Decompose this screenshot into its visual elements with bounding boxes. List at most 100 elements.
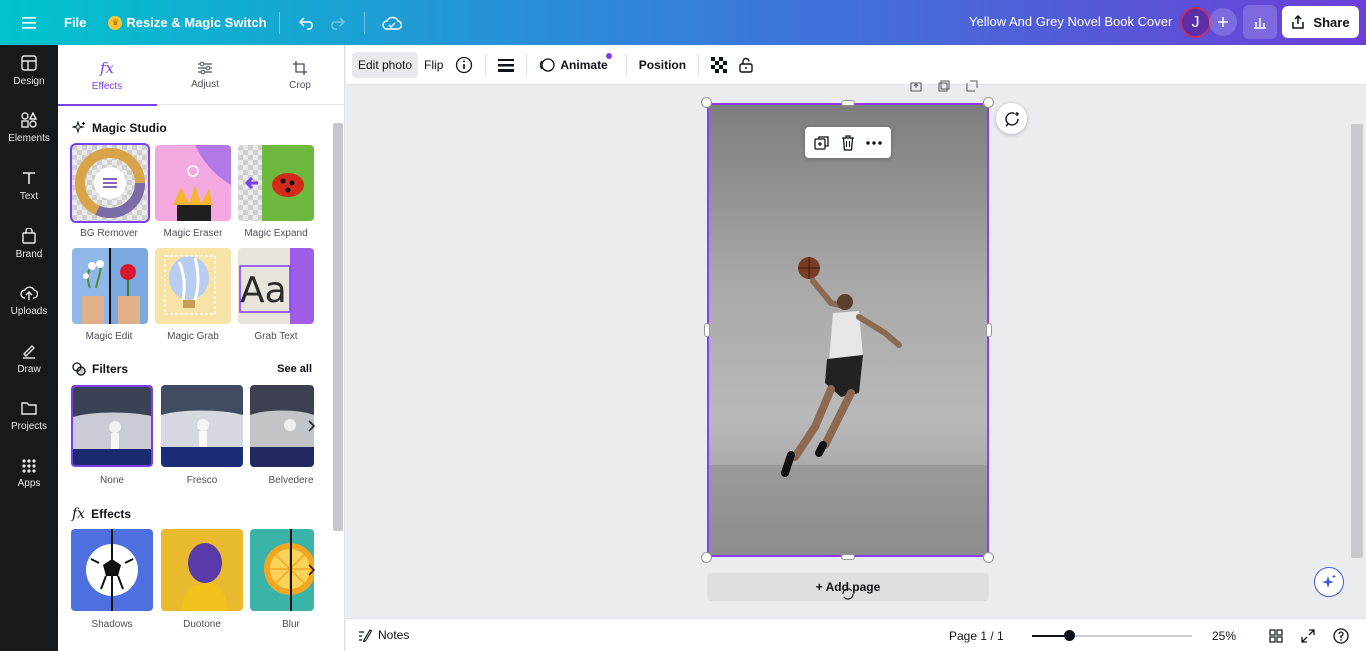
draw-icon — [23, 345, 35, 359]
share-button[interactable]: Share — [1282, 6, 1359, 38]
position-button[interactable]: Position — [633, 52, 692, 78]
border-style-icon[interactable] — [492, 52, 520, 78]
magic-grab-tile[interactable] — [155, 248, 231, 324]
filter-none-tile[interactable] — [71, 385, 153, 467]
info-icon[interactable] — [449, 52, 479, 78]
magic-eraser-tile[interactable] — [155, 145, 231, 221]
add-collaborator-button[interactable] — [1209, 8, 1237, 36]
sparkle-icon — [1322, 575, 1336, 588]
lock-page-icon[interactable] — [910, 80, 922, 92]
rail-item-uploads[interactable]: Uploads — [0, 275, 58, 327]
resize-handle[interactable] — [841, 100, 855, 106]
animate-button[interactable]: Animate — [533, 52, 619, 78]
resize-handle[interactable] — [841, 554, 855, 560]
divider — [698, 53, 700, 76]
add-page-icon[interactable] — [966, 80, 978, 92]
rail-item-projects[interactable]: Projects — [0, 390, 58, 442]
rail-item-brand[interactable]: Brand — [0, 218, 58, 270]
basketball-player-image[interactable] — [709, 105, 987, 555]
edit-photo-button[interactable]: Edit photo — [352, 51, 419, 78]
zoom-slider[interactable] — [1032, 630, 1192, 641]
fullscreen-icon[interactable] — [1298, 626, 1318, 646]
panel-scrollbar[interactable] — [331, 105, 343, 651]
help-icon[interactable] — [1331, 626, 1351, 646]
resize-handle[interactable] — [983, 552, 994, 563]
resize-handle[interactable] — [701, 97, 712, 108]
panel-scrollbar-thumb[interactable] — [333, 123, 343, 531]
more-icon[interactable] — [865, 140, 882, 145]
magic-edit-tile[interactable] — [72, 248, 148, 324]
bg-remover-tile[interactable] — [70, 143, 150, 223]
redo-icon[interactable] — [322, 8, 352, 38]
resize-handle[interactable] — [986, 323, 992, 337]
tab-adjust[interactable]: Adjust — [156, 45, 254, 105]
tool-label: Magic Expand — [244, 228, 308, 239]
share-label: Share — [1313, 14, 1350, 30]
tool-label: BG Remover — [80, 228, 138, 239]
design-page[interactable] — [707, 103, 989, 557]
menu-icon[interactable] — [0, 0, 58, 45]
panel-tabs: fx Effects Adjust Crop — [58, 45, 345, 106]
apps-icon — [22, 459, 36, 473]
rail-item-elements[interactable]: Elements — [0, 102, 58, 154]
rail-item-draw[interactable]: Draw — [0, 333, 58, 385]
zoom-slider-knob[interactable] — [1064, 630, 1075, 641]
effects-heading: fx Effects — [72, 506, 131, 522]
file-menu-button[interactable]: File — [64, 15, 86, 30]
notes-button[interactable]: Notes — [358, 628, 409, 642]
grid-view-icon[interactable] — [1266, 626, 1286, 646]
bottom-bar: Notes Page 1 / 1 25% — [346, 618, 1366, 651]
lock-icon[interactable] — [733, 52, 759, 78]
insights-button[interactable] — [1243, 5, 1277, 39]
rail-item-design[interactable]: Design — [0, 45, 58, 97]
rail-item-text[interactable]: Text — [0, 160, 58, 212]
resize-handle[interactable] — [701, 552, 712, 563]
projects-icon — [21, 402, 37, 415]
trash-icon[interactable] — [841, 134, 855, 151]
zoom-level[interactable]: 25% — [1212, 629, 1236, 643]
resize-label: Resize & Magic Switch — [126, 15, 267, 30]
cloud-saved-icon[interactable] — [377, 8, 407, 38]
transparency-icon[interactable] — [705, 52, 733, 78]
duplicate-icon[interactable] — [814, 135, 830, 151]
crop-icon — [293, 60, 307, 75]
flip-button[interactable]: Flip — [418, 52, 449, 78]
effect-duotone-tile[interactable] — [161, 529, 243, 611]
magic-assistant-button[interactable] — [1314, 567, 1344, 597]
resize-handle[interactable] — [704, 323, 710, 337]
left-rail: Design Elements Text Brand Uploads Draw … — [0, 45, 58, 651]
effects-next-icon[interactable] — [302, 550, 322, 590]
fx-icon: fx — [99, 58, 114, 77]
filter-label: None — [100, 475, 124, 486]
tab-effects[interactable]: fx Effects — [58, 45, 157, 106]
canvas-scrollbar[interactable] — [1351, 124, 1363, 558]
rail-label: Brand — [15, 249, 43, 260]
filters-heading: Filters — [72, 362, 128, 376]
magic-expand-tile[interactable] — [238, 145, 314, 221]
context-toolbar: Edit photo Flip Animate Position — [346, 45, 1366, 85]
document-title[interactable]: Yellow And Grey Novel Book Cover — [969, 14, 1172, 29]
section-title: Filters — [92, 362, 129, 376]
page-indicator[interactable]: Page 1 / 1 — [949, 629, 1004, 643]
undo-icon[interactable] — [292, 8, 322, 38]
tab-crop[interactable]: Crop — [251, 45, 349, 105]
uploads-icon — [20, 286, 38, 300]
resize-magic-switch-button[interactable]: ♛ Resize & Magic Switch — [108, 15, 267, 30]
grab-text-tile[interactable]: Aa — [238, 248, 314, 324]
rail-label: Draw — [17, 364, 41, 375]
comment-add-button[interactable] — [996, 103, 1027, 134]
duplicate-page-icon[interactable] — [938, 80, 950, 92]
tool-label: Grab Text — [254, 331, 298, 342]
avatar[interactable]: J — [1180, 7, 1211, 38]
rotate-icon[interactable] — [841, 588, 855, 600]
resize-handle[interactable] — [983, 97, 994, 108]
filters-see-all-link[interactable]: See all — [277, 363, 312, 375]
divider — [363, 11, 365, 34]
rail-label: Apps — [17, 478, 41, 489]
filter-fresco-tile[interactable] — [161, 385, 243, 467]
rail-item-apps[interactable]: Apps — [0, 448, 58, 500]
filters-next-icon[interactable] — [302, 406, 322, 446]
effect-label: Shadows — [91, 619, 133, 630]
effect-shadows-tile[interactable] — [71, 529, 153, 611]
new-badge — [605, 52, 612, 59]
